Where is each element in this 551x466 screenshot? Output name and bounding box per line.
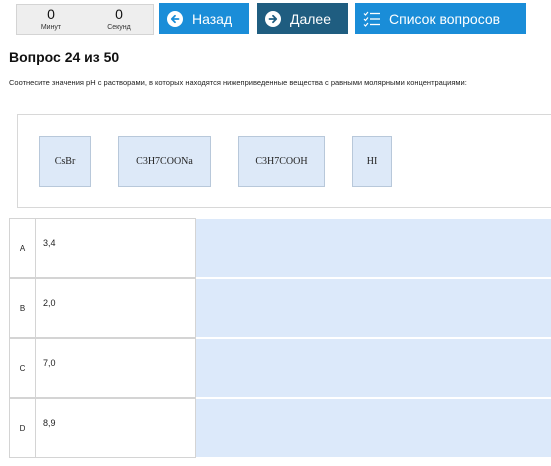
question-title: Вопрос 24 из 50: [9, 49, 120, 65]
back-button[interactable]: Назад: [159, 3, 249, 34]
drop-zone[interactable]: [196, 218, 551, 278]
table-row: B 2,0: [9, 278, 551, 338]
row-value: 8,9: [36, 398, 196, 458]
minutes-value: 0: [47, 6, 55, 22]
row-letter: D: [9, 398, 36, 458]
drop-zone[interactable]: [196, 338, 551, 398]
row-value: 7,0: [36, 338, 196, 398]
table-row: C 7,0: [9, 338, 551, 398]
minutes-label: Минут: [40, 24, 62, 31]
back-button-label: Назад: [192, 10, 233, 27]
table-row: A 3,4: [9, 218, 551, 278]
choice-item[interactable]: C3H7COOH: [238, 136, 325, 187]
arrow-left-circle-icon: [167, 10, 183, 27]
choice-item[interactable]: HI: [352, 136, 392, 187]
question-text: Соотнесите значения pH с растворами, в к…: [9, 78, 467, 87]
row-letter: C: [9, 338, 36, 398]
seconds-label: Секунд: [107, 24, 131, 31]
seconds-value: 0: [115, 6, 123, 22]
next-button[interactable]: Далее: [257, 3, 348, 34]
table-row: D 8,9: [9, 398, 551, 458]
drop-zone[interactable]: [196, 398, 551, 458]
timer-minutes: 0 Минут: [17, 5, 85, 34]
row-value: 3,4: [36, 218, 196, 278]
row-value: 2,0: [36, 278, 196, 338]
timer: 0 Минут 0 Секунд: [16, 4, 154, 35]
next-button-label: Далее: [290, 10, 332, 27]
choice-item[interactable]: CsBr: [39, 136, 91, 187]
checklist-icon: [363, 11, 381, 27]
timer-seconds: 0 Секунд: [85, 5, 153, 34]
row-letter: B: [9, 278, 36, 338]
choices-area: CsBr C3H7COONa C3H7COOH HI: [17, 114, 551, 208]
arrow-right-circle-icon: [265, 10, 281, 27]
drop-zone[interactable]: [196, 278, 551, 338]
choice-item[interactable]: C3H7COONa: [118, 136, 211, 187]
question-list-button[interactable]: Список вопросов: [355, 3, 526, 34]
row-letter: A: [9, 218, 36, 278]
question-list-button-label: Список вопросов: [389, 10, 501, 27]
